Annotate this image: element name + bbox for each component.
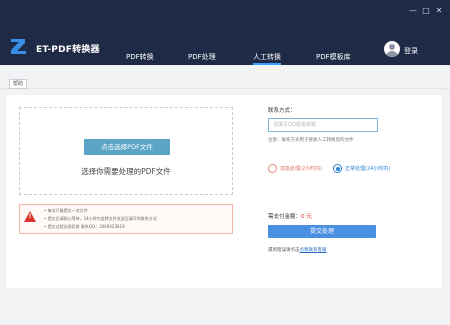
urgent-radio[interactable] [268,164,277,173]
select-pdf-button[interactable]: 点击选择PDF文件 [84,139,170,155]
submit-button[interactable]: 提交处理 [268,225,376,238]
support-prefix: 遇到错误请点击 [268,248,300,253]
notice-line: • 提交过程出现异常 联系QQ：2069423619 [44,224,125,229]
notice-line: • 提交后请耐心等待，24小时内会将文件发送至填写的联系方式 [44,216,157,221]
maximize-icon[interactable]: □ [421,6,431,16]
close-icon[interactable]: ✕ [434,6,444,16]
contact-label: 联系方式： [268,108,296,114]
notice-line: • 每次只能提交一次文件 [44,208,88,213]
help-button[interactable]: 帮助 [9,79,27,89]
fee-label: 需支付金额： [268,214,302,220]
nav-pdf-templates[interactable]: PDF模板库 [316,52,351,62]
urgent-label[interactable]: 加急处理(2小时内) [280,165,322,172]
sub-toolbar [0,65,450,89]
nav-pdf-convert[interactable]: PDF转换 [126,52,154,62]
login-link[interactable]: 登录 [404,46,418,56]
app-title: ET-PDF转换器 [36,45,100,55]
nav-pdf-process[interactable]: PDF处理 [188,52,216,62]
support-row: 遇到错误请点击点我联系客服 [268,247,327,253]
warning-exclamation: ! [28,213,32,220]
normal-label[interactable]: 正常处理(24小时内) [345,165,390,172]
app-logo-icon [11,39,26,54]
fee-value: 0 元 [301,214,312,220]
nav-manual-convert[interactable]: 人工转换 [253,52,281,65]
contact-support-link[interactable]: 点我联系客服 [300,248,327,253]
title-bar [0,0,450,65]
contact-note: 注意：联系方式用于接收人工转换后的文件 [268,138,354,143]
minimize-icon[interactable]: — [408,6,418,16]
fee-row: 需支付金额：0 元 [268,212,312,220]
drop-hint-text: 选择你需要处理的PDF文件 [81,167,171,176]
avatar-icon[interactable] [384,41,400,57]
normal-radio[interactable] [333,164,342,173]
contact-input[interactable] [268,118,378,132]
